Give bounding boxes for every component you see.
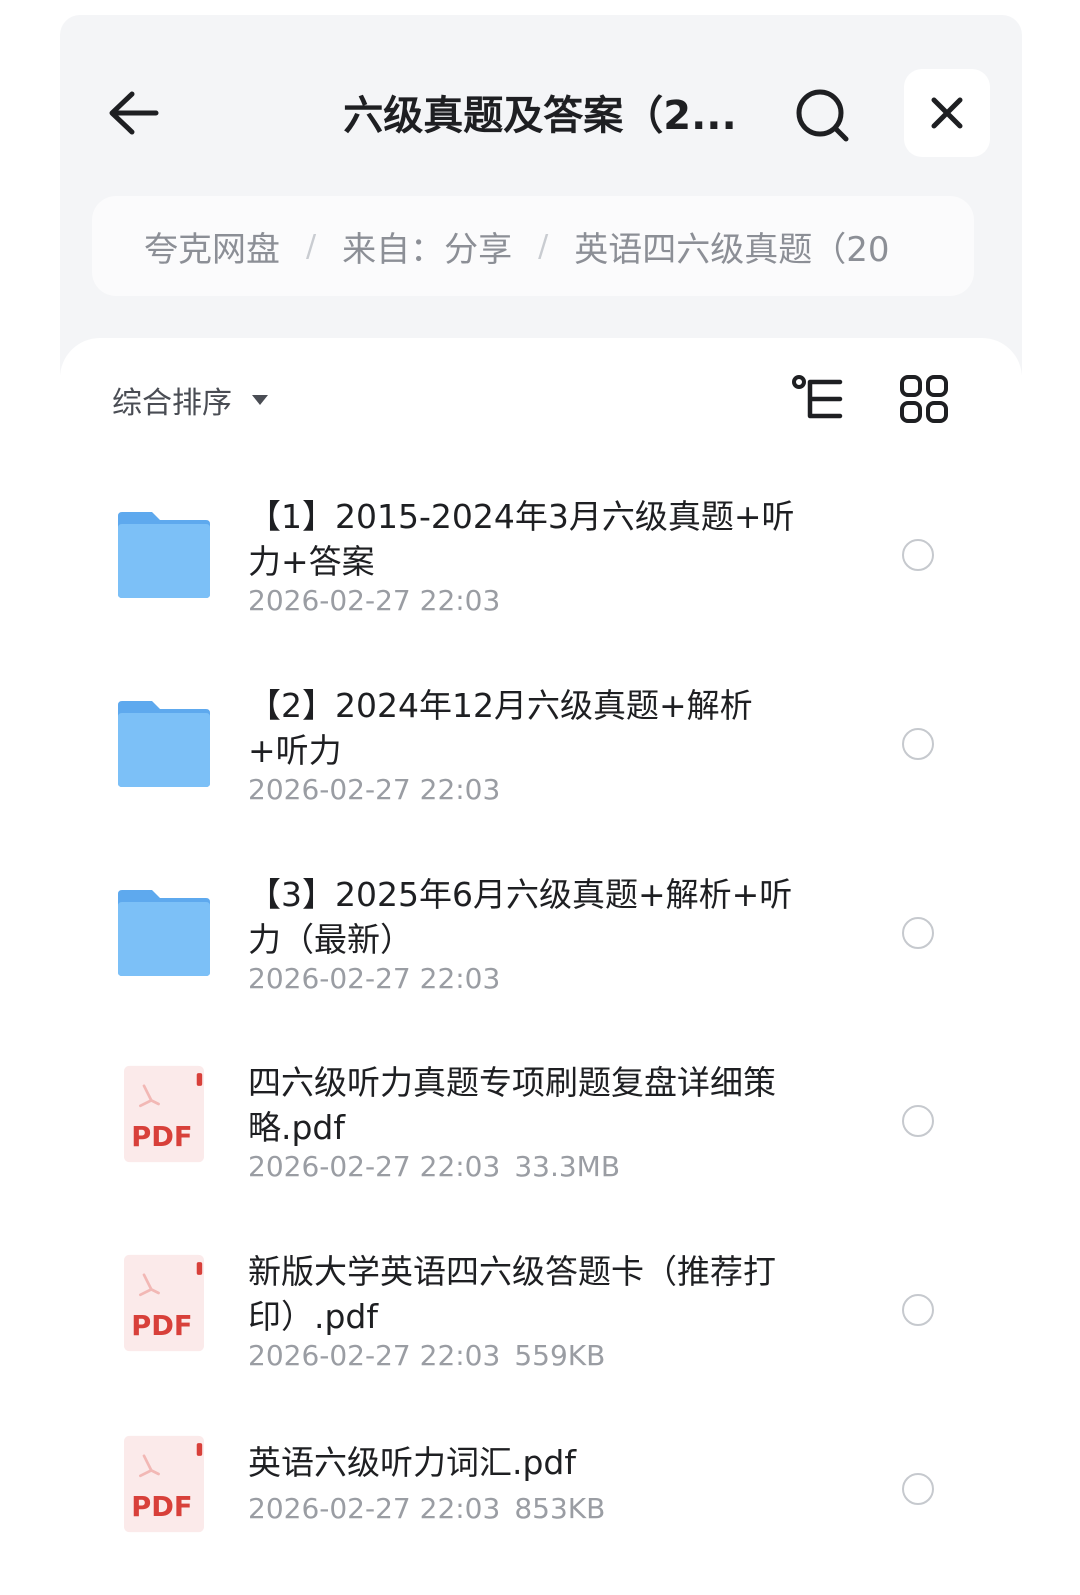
pdf-file-icon: PDF	[124, 1065, 204, 1163]
breadcrumb: 夸克网盘 / 来自：分享 / 英语四六级真题（20	[92, 196, 974, 296]
sort-dropdown[interactable]: 综合排序	[112, 378, 268, 422]
file-size: 33.3MB	[514, 1150, 621, 1183]
select-checkbox[interactable]	[902, 539, 934, 571]
file-browser-screen: 六级真题及答案（2... 夸克网盘 / 来自：分享 / 英语四六级真题（20 综…	[0, 0, 1080, 1595]
file-size: 559KB	[514, 1339, 606, 1372]
select-checkbox[interactable]	[902, 1294, 934, 1326]
file-date: 2026-02-27 22:03	[248, 1339, 501, 1372]
select-checkbox[interactable]	[902, 1473, 934, 1505]
folder-icon	[118, 890, 210, 976]
pdf-file-icon: PDF	[124, 1254, 204, 1352]
file-date: 2026-02-27 22:03	[248, 1150, 501, 1183]
file-meta: 2026-02-27 22:03	[248, 584, 500, 617]
pdf-file-icon: PDF	[124, 1435, 204, 1533]
file-size: 853KB	[514, 1492, 606, 1525]
breadcrumb-item-share[interactable]: 来自：分享	[342, 222, 512, 271]
file-date: 2026-02-27 22:03	[248, 584, 501, 617]
breadcrumb-item-root[interactable]: 夸克网盘	[144, 222, 280, 271]
back-button[interactable]	[104, 83, 164, 143]
file-name: 新版大学英语四六级答题卡（推荐打印）.pdf	[248, 1252, 776, 1336]
close-icon	[931, 97, 963, 129]
file-meta: 2026-02-27 22:03	[248, 773, 500, 806]
search-button[interactable]	[790, 83, 854, 147]
file-name: 【2】2024年12月六级真题+解析+听力	[248, 686, 753, 770]
close-button[interactable]	[904, 69, 990, 157]
file-date: 2026-02-27 22:03	[248, 773, 501, 806]
file-row[interactable]: PDF 新版大学英语四六级答题卡（推荐打印）.pdf 2026-02-27 22…	[100, 1241, 980, 1401]
breadcrumb-item-current[interactable]: 英语四六级真题（20	[574, 222, 889, 271]
page-title: 六级真题及答案（2...	[343, 93, 737, 139]
tree-view-button[interactable]	[790, 374, 846, 424]
breadcrumb-separator: /	[538, 228, 549, 264]
sort-label: 综合排序	[112, 386, 232, 421]
pdf-badge: PDF	[131, 1122, 192, 1153]
folder-icon	[118, 701, 210, 787]
file-meta: 2026-02-27 22:03 559KB	[248, 1339, 605, 1372]
tree-view-icon	[792, 375, 843, 419]
file-row[interactable]: 【3】2025年6月六级真题+解析+听力（最新） 2026-02-27 22:0…	[100, 864, 980, 1024]
file-name: 【1】2015-2024年3月六级真题+听力+答案	[248, 497, 795, 581]
pdf-badge: PDF	[131, 1311, 192, 1342]
file-row[interactable]: 【1】2015-2024年3月六级真题+听力+答案 2026-02-27 22:…	[100, 486, 980, 646]
select-checkbox[interactable]	[902, 1105, 934, 1137]
grid-view-icon	[900, 375, 948, 423]
select-checkbox[interactable]	[902, 917, 934, 949]
grid-view-button[interactable]	[898, 374, 950, 424]
file-row[interactable]: 【2】2024年12月六级真题+解析+听力 2026-02-27 22:03	[100, 675, 980, 835]
folder-icon	[118, 512, 210, 598]
search-icon	[796, 89, 849, 142]
file-date: 2026-02-27 22:03	[248, 1492, 501, 1525]
breadcrumb-separator: /	[306, 228, 317, 264]
select-checkbox[interactable]	[902, 728, 934, 760]
file-date: 2026-02-27 22:03	[248, 962, 501, 995]
file-row[interactable]: PDF 四六级听力真题专项刷题复盘详细策略.pdf 2026-02-27 22:…	[100, 1052, 980, 1212]
file-meta: 2026-02-27 22:03	[248, 962, 500, 995]
pdf-badge: PDF	[131, 1492, 192, 1523]
file-name: 四六级听力真题专项刷题复盘详细策略.pdf	[248, 1063, 776, 1147]
file-row[interactable]: PDF 英语六级听力词汇.pdf 2026-02-27 22:03 853KB	[100, 1430, 980, 1590]
file-name: 英语六级听力词汇.pdf	[248, 1443, 577, 1482]
file-meta: 2026-02-27 22:03 33.3MB	[248, 1150, 620, 1183]
arrow-left-icon	[109, 91, 159, 135]
header-background	[60, 15, 1022, 375]
caret-down-icon	[252, 395, 268, 405]
file-meta: 2026-02-27 22:03 853KB	[248, 1492, 605, 1525]
file-name: 【3】2025年6月六级真题+解析+听力（最新）	[248, 875, 793, 959]
